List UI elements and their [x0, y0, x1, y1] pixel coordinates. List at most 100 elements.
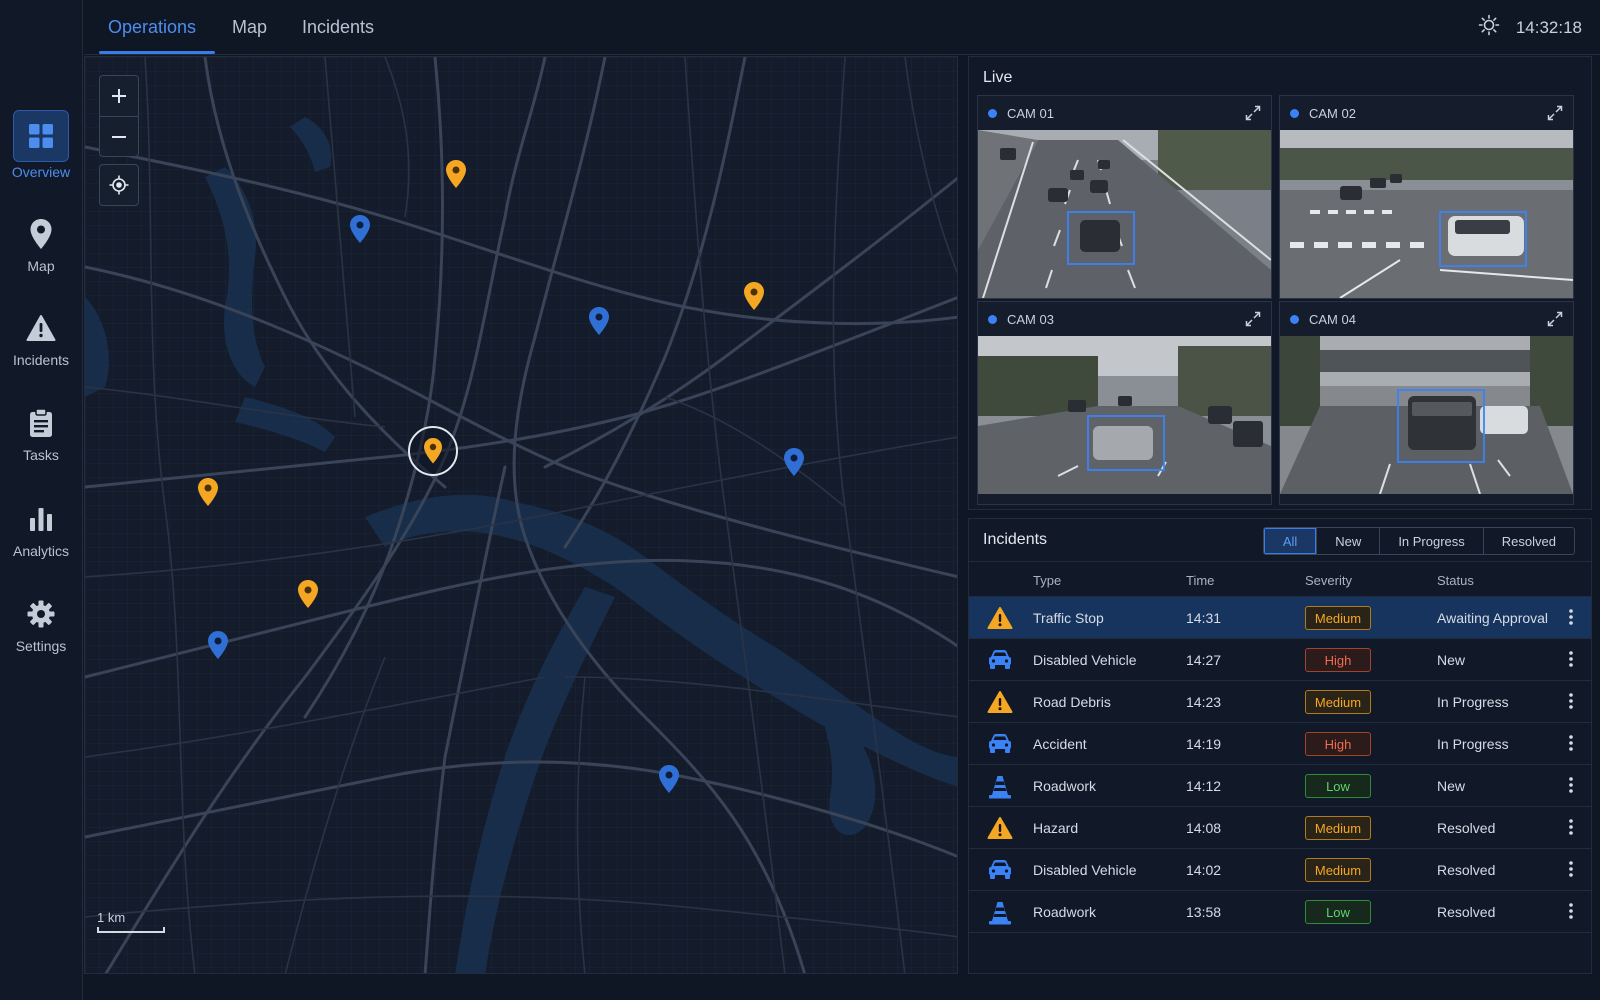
sidebar-item-label: Map: [27, 258, 55, 274]
header-right: 14:32:18: [1478, 14, 1582, 41]
camera-feed: [978, 336, 1271, 504]
cone-icon: [987, 900, 1013, 929]
live-title: Live: [983, 69, 1013, 86]
incident-time: 14:23: [1186, 694, 1222, 710]
car-icon: [987, 858, 1013, 883]
more-options-icon[interactable]: [1569, 651, 1573, 670]
expand-icon[interactable]: [1547, 105, 1563, 124]
map-pin-blue[interactable]: [783, 447, 805, 482]
more-options-icon[interactable]: [1569, 609, 1573, 628]
table-row[interactable]: Disabled Vehicle 14:02 Medium Resolved: [969, 849, 1591, 891]
bar-chart-icon: [13, 497, 69, 541]
map-pin-blue[interactable]: [349, 214, 371, 249]
filter-new[interactable]: New: [1316, 528, 1379, 554]
incident-time: 14:02: [1186, 862, 1222, 878]
table-header: Type Time Severity Status: [969, 561, 1591, 597]
incident-type: Disabled Vehicle: [1033, 652, 1137, 668]
tab-incidents[interactable]: Incidents: [302, 17, 374, 55]
camera-tile-3[interactable]: CAM 03: [977, 301, 1272, 505]
city-map[interactable]: 1 km: [84, 56, 958, 974]
map-pin-orange[interactable]: [445, 159, 467, 194]
expand-icon[interactable]: [1245, 311, 1261, 330]
warning-icon: [987, 816, 1013, 843]
locate-button[interactable]: [100, 165, 138, 205]
table-row[interactable]: Traffic Stop 14:31 Medium Awaiting Approval: [969, 597, 1591, 639]
table-row[interactable]: Roadwork 13:58 Low Resolved: [969, 891, 1591, 933]
camera-tile-4[interactable]: CAM 04: [1279, 301, 1574, 505]
sidebar-item-label: Analytics: [12, 543, 70, 559]
table-row[interactable]: Accident 14:19 High In Progress: [969, 723, 1591, 765]
tab-map[interactable]: Map: [232, 17, 267, 55]
camera-tile-2[interactable]: CAM 02: [1279, 95, 1574, 299]
table-row[interactable]: Hazard 14:08 Medium Resolved: [969, 807, 1591, 849]
filter-all[interactable]: All: [1263, 528, 1317, 554]
incident-status: Awaiting Approval: [1437, 610, 1549, 626]
live-panel: Live CAM 01 CAM 02 CAM 03 CAM 04: [968, 56, 1592, 510]
column-header-severity[interactable]: Severity: [1305, 573, 1352, 588]
incident-status: In Progress: [1437, 694, 1509, 710]
camera-feed: [1280, 130, 1573, 298]
incident-time: 13:58: [1186, 904, 1222, 920]
severity-badge: Medium: [1305, 858, 1371, 882]
camera-label: CAM 01: [1007, 105, 1054, 121]
sun-icon[interactable]: [1478, 14, 1500, 41]
camera-header: CAM 03: [978, 302, 1271, 336]
expand-icon[interactable]: [1245, 105, 1261, 124]
incident-type: Road Debris: [1033, 694, 1111, 710]
incident-time: 14:27: [1186, 652, 1222, 668]
table-row[interactable]: Disabled Vehicle 14:27 High New: [969, 639, 1591, 681]
map-pin-orange[interactable]: [297, 579, 319, 614]
zoom-controls: [99, 75, 139, 157]
camera-label: CAM 02: [1309, 105, 1356, 121]
map-pin-orange[interactable]: [743, 281, 765, 316]
column-header-time[interactable]: Time: [1186, 573, 1214, 588]
map-pin-orange[interactable]: [197, 477, 219, 512]
incident-time: 14:19: [1186, 736, 1222, 752]
sidebar-item-overview[interactable]: Overview: [0, 110, 82, 190]
cone-icon: [987, 774, 1013, 803]
sidebar-item-map[interactable]: Map: [0, 212, 82, 292]
more-options-icon[interactable]: [1569, 693, 1573, 712]
incident-time: 14:31: [1186, 610, 1222, 626]
map-pin-selected[interactable]: [406, 424, 460, 483]
incident-status: New: [1437, 652, 1466, 668]
warning-icon: [987, 606, 1013, 633]
map-scale: 1 km: [97, 910, 165, 933]
zoom-out-button[interactable]: [100, 116, 138, 156]
table-row[interactable]: Road Debris 14:23 Medium In Progress: [969, 681, 1591, 723]
more-options-icon[interactable]: [1569, 819, 1573, 838]
more-options-icon[interactable]: [1569, 903, 1573, 922]
clipboard-icon: [13, 401, 69, 445]
sidebar-item-settings[interactable]: Settings: [0, 592, 82, 672]
map-pin-blue[interactable]: [588, 306, 610, 341]
severity-badge: Medium: [1305, 690, 1371, 714]
incident-status: Resolved: [1437, 820, 1496, 836]
sidebar-item-label: Tasks: [23, 447, 59, 463]
sidebar-item-analytics[interactable]: Analytics: [0, 497, 82, 577]
more-options-icon[interactable]: [1569, 735, 1573, 754]
incidents-title: Incidents: [983, 531, 1048, 548]
map-pin-blue[interactable]: [658, 764, 680, 799]
column-header-status[interactable]: Status: [1437, 573, 1474, 588]
column-header-type[interactable]: Type: [1033, 573, 1061, 588]
locate-control: [99, 164, 139, 206]
camera-label: CAM 03: [1007, 311, 1054, 327]
camera-header: CAM 04: [1280, 302, 1573, 336]
incident-time: 14:12: [1186, 778, 1222, 794]
tab-operations[interactable]: Operations: [108, 17, 196, 55]
camera-tile-1[interactable]: CAM 01: [977, 95, 1272, 299]
incident-type: Disabled Vehicle: [1033, 862, 1137, 878]
zoom-in-button[interactable]: [100, 76, 138, 116]
filter-in-progress[interactable]: In Progress: [1379, 528, 1482, 554]
filter-resolved[interactable]: Resolved: [1482, 528, 1574, 554]
table-row[interactable]: Roadwork 14:12 Low New: [969, 765, 1591, 807]
incident-time: 14:08: [1186, 820, 1222, 836]
expand-icon[interactable]: [1547, 311, 1563, 330]
more-options-icon[interactable]: [1569, 861, 1573, 880]
more-options-icon[interactable]: [1569, 777, 1573, 796]
map-pin-blue[interactable]: [207, 630, 229, 665]
sidebar-item-incidents[interactable]: Incidents: [0, 306, 82, 386]
map-pin-icon: [13, 212, 69, 256]
sidebar-item-tasks[interactable]: Tasks: [0, 401, 82, 481]
camera-feed: [978, 130, 1271, 298]
